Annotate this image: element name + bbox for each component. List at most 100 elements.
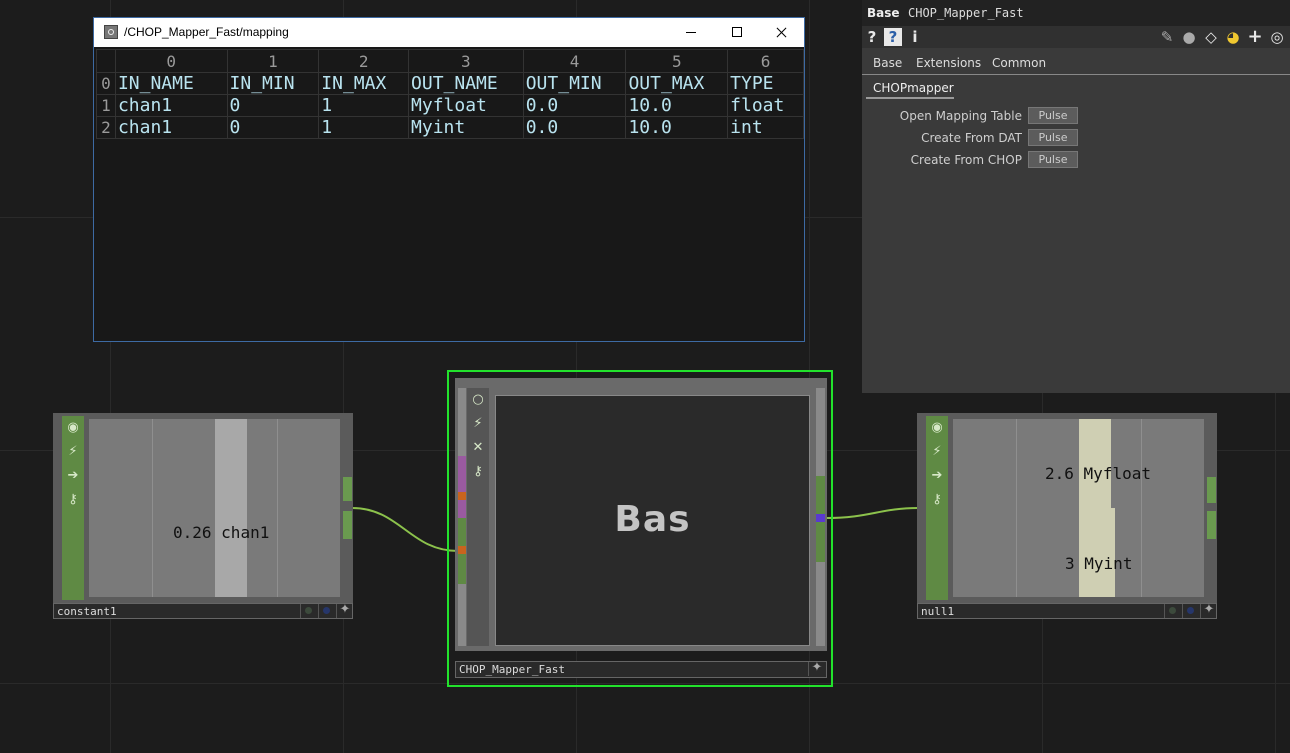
- viewer-flag-icon[interactable]: ○: [470, 392, 486, 408]
- expand-icon[interactable]: ✦: [808, 660, 825, 676]
- lock-flag-icon[interactable]: ⚷: [65, 492, 81, 508]
- col-header: 6: [727, 49, 804, 73]
- table-cell[interactable]: IN_MAX: [318, 72, 410, 95]
- node-flag-strip: ◉ ⚡ ➔ ⚷: [926, 416, 948, 600]
- python-icon[interactable]: ◕: [1224, 28, 1242, 46]
- table-cell[interactable]: 1: [318, 94, 410, 117]
- display-flag-icon[interactable]: ➔: [65, 468, 81, 484]
- op-name-field[interactable]: CHOP_Mapper_Fast: [908, 6, 1024, 20]
- output-strip: [816, 388, 825, 646]
- table-cell[interactable]: Myint: [408, 116, 524, 139]
- window-titlebar[interactable]: /CHOP_Mapper_Fast/mapping: [94, 18, 804, 47]
- output-connector[interactable]: [343, 477, 352, 501]
- target-icon[interactable]: ◎: [1268, 28, 1286, 46]
- cook-dot[interactable]: [318, 604, 335, 618]
- node-chop-mapper-fast[interactable]: ○ ⚡ ✕ ⚷ Bas: [455, 378, 827, 651]
- minimize-button[interactable]: [668, 18, 714, 47]
- table-cell[interactable]: IN_NAME: [114, 72, 228, 95]
- tab-chopmapper[interactable]: CHOPmapper: [866, 78, 954, 99]
- pencil-icon[interactable]: ✎: [1158, 28, 1176, 46]
- table-cell[interactable]: IN_MIN: [226, 72, 320, 95]
- table-cell[interactable]: OUT_MAX: [625, 72, 729, 95]
- lock-flag-icon[interactable]: ⚷: [470, 464, 486, 480]
- param-label: Create From DAT: [921, 131, 1022, 145]
- table-cell[interactable]: 10.0: [625, 94, 729, 117]
- table-cell[interactable]: 1: [318, 116, 410, 139]
- output-connector[interactable]: [1207, 477, 1216, 503]
- input-strip: [458, 388, 466, 646]
- node-name[interactable]: constant1: [57, 605, 117, 618]
- wire-comp-to-null1[interactable]: [825, 507, 919, 519]
- expand-icon[interactable]: ✦: [1200, 602, 1217, 618]
- tab-extensions[interactable]: Extensions: [916, 56, 981, 70]
- display-flag-icon[interactable]: ➔: [929, 468, 945, 484]
- table-cell[interactable]: float: [727, 94, 804, 117]
- node-null1[interactable]: ◉ ⚡ ➔ ⚷ 2.6 Myfloat 3 Myint: [917, 413, 1217, 603]
- col-header: 5: [625, 49, 729, 73]
- param-label: Create From CHOP: [910, 153, 1022, 167]
- channel-value-label: 0.26 chan1: [173, 523, 270, 542]
- table-cell[interactable]: OUT_NAME: [408, 72, 524, 95]
- pulse-button[interactable]: Pulse: [1028, 151, 1078, 168]
- panel-icon-bar: ? ? i ✎ ● ◇ ◕ + ◎: [862, 26, 1290, 48]
- clone-dot[interactable]: [300, 604, 317, 618]
- op-type: Base: [867, 6, 900, 20]
- chop-viewer: 2.6 Myfloat 3 Myint: [953, 419, 1204, 597]
- param-create-from-dat: Create From DAT Pulse: [862, 128, 1290, 148]
- table-cell[interactable]: OUT_MIN: [522, 72, 627, 95]
- bypass-flag-icon[interactable]: ⚡: [65, 444, 81, 460]
- lock-flag-icon[interactable]: ⚷: [929, 492, 945, 508]
- table-cell[interactable]: TYPE: [727, 72, 804, 95]
- bypass-flag-icon[interactable]: ⚡: [470, 416, 486, 432]
- tab-base[interactable]: Base: [873, 56, 902, 70]
- cook-dot[interactable]: [1182, 604, 1199, 618]
- col-header: 0: [114, 49, 228, 73]
- info-icon[interactable]: i: [906, 28, 924, 46]
- channel-bar-myint: [1079, 508, 1115, 597]
- plus-icon[interactable]: +: [1246, 28, 1264, 46]
- table-cell[interactable]: chan1: [114, 94, 228, 117]
- bypass-flag-icon[interactable]: ⚡: [929, 444, 945, 460]
- disable-flag-icon[interactable]: ✕: [470, 440, 486, 456]
- table-cell[interactable]: 0.0: [522, 116, 627, 139]
- parameter-panel[interactable]: Base CHOP_Mapper_Fast ? ? i ✎ ● ◇ ◕ + ◎ …: [862, 0, 1290, 393]
- python-help-icon[interactable]: ?: [884, 28, 902, 46]
- node-name[interactable]: CHOP_Mapper_Fast: [459, 663, 565, 676]
- node-flag-strip: ◉ ⚡ ➔ ⚷: [62, 416, 84, 600]
- page-label: CHOPmapper: [873, 81, 954, 95]
- clone-icon[interactable]: ◇: [1202, 28, 1220, 46]
- channel-value-label: 2.6 Myfloat: [1045, 464, 1151, 483]
- input-connector[interactable]: [458, 546, 466, 554]
- comment-icon[interactable]: ●: [1180, 28, 1198, 46]
- param-open-mapping-table: Open Mapping Table Pulse: [862, 106, 1290, 126]
- viewer-flag-icon[interactable]: ◉: [65, 420, 81, 436]
- table-cell[interactable]: Myfloat: [408, 94, 524, 117]
- table-viewer-window[interactable]: /CHOP_Mapper_Fast/mapping 0 1 2 3 4 5 6 …: [93, 17, 805, 342]
- table-cell[interactable]: 0.0: [522, 94, 627, 117]
- output-connector[interactable]: [343, 511, 352, 539]
- clone-dot[interactable]: [1164, 604, 1181, 618]
- close-button[interactable]: [758, 18, 804, 47]
- panel-header: Base CHOP_Mapper_Fast: [862, 0, 1290, 26]
- viewer-flag-icon[interactable]: ◉: [929, 420, 945, 436]
- table-cell[interactable]: 10.0: [625, 116, 729, 139]
- row-header: 0: [96, 72, 116, 95]
- help-icon[interactable]: ?: [863, 28, 881, 46]
- node-name[interactable]: null1: [921, 605, 954, 618]
- output-connector[interactable]: [1207, 511, 1216, 539]
- output-connector[interactable]: [816, 514, 825, 522]
- tab-common[interactable]: Common: [992, 56, 1046, 70]
- table-cell[interactable]: int: [727, 116, 804, 139]
- mapping-table[interactable]: 0 1 2 3 4 5 6 0 IN_NAME IN_MIN IN_MAX OU…: [96, 49, 804, 139]
- table-cell[interactable]: 0: [226, 116, 320, 139]
- expand-icon[interactable]: ✦: [336, 602, 353, 618]
- pulse-button[interactable]: Pulse: [1028, 107, 1078, 124]
- table-cell[interactable]: 0: [226, 94, 320, 117]
- table-cell[interactable]: chan1: [114, 116, 228, 139]
- wire-constant1-to-comp[interactable]: [351, 507, 459, 552]
- channel-value-label: 3 Myint: [1065, 554, 1133, 573]
- maximize-button[interactable]: [714, 18, 760, 47]
- panel-tabs: Base Extensions Common: [862, 52, 1290, 75]
- node-constant1[interactable]: ◉ ⚡ ➔ ⚷ 0.26 chan1: [53, 413, 353, 603]
- pulse-button[interactable]: Pulse: [1028, 129, 1078, 146]
